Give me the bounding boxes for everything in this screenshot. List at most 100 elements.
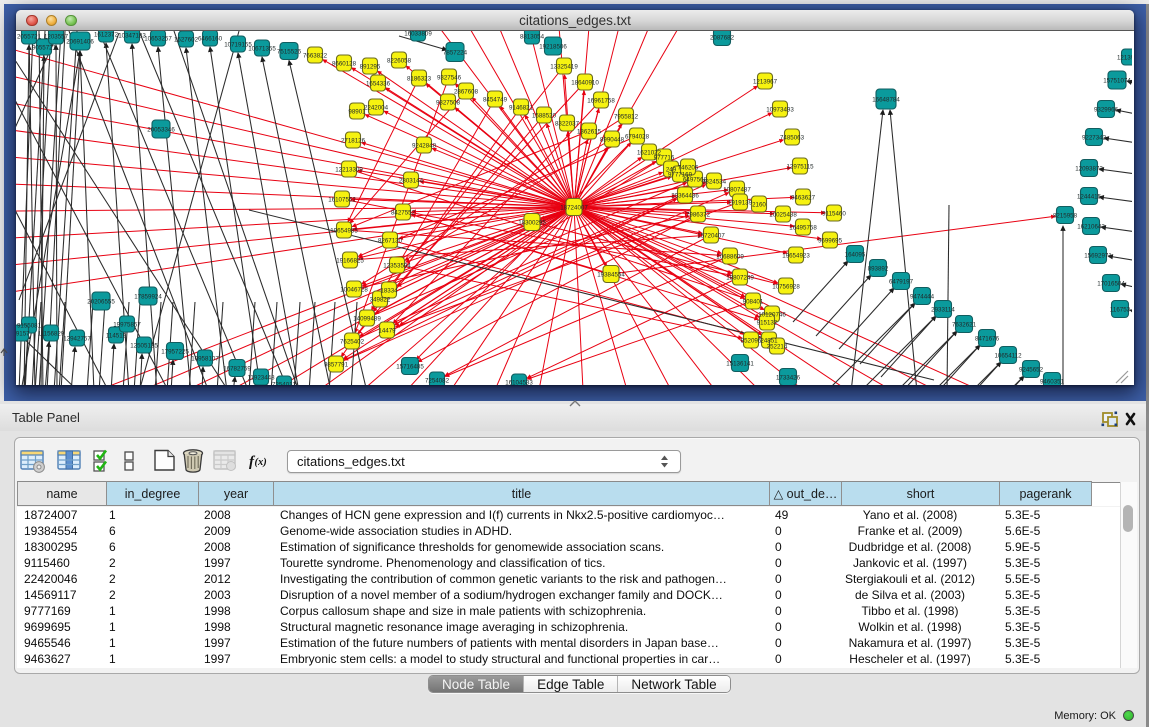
svg-text:15716485: 15716485	[396, 363, 424, 370]
svg-text:17016504: 17016504	[1097, 280, 1125, 287]
svg-text:20053346: 20053346	[147, 126, 175, 133]
svg-text:7254082: 7254082	[425, 377, 450, 384]
svg-text:16107552: 16107552	[328, 196, 356, 203]
svg-text:8427552: 8427552	[391, 209, 416, 216]
svg-text:10807487: 10807487	[723, 186, 751, 193]
svg-text:7515526: 7515526	[277, 48, 302, 55]
svg-text:349822: 349822	[370, 296, 391, 303]
svg-text:8471676: 8471676	[975, 335, 1000, 342]
svg-text:7485063: 7485063	[780, 134, 805, 141]
svg-text:9146821: 9146821	[509, 104, 534, 111]
svg-text:12353594: 12353594	[383, 262, 411, 269]
svg-text:11156829: 11156829	[38, 330, 65, 337]
svg-text:18334: 18334	[380, 287, 398, 294]
svg-text:1527602: 1527602	[174, 36, 199, 43]
svg-text:9245652: 9245652	[1019, 366, 1044, 373]
svg-text:10347183: 10347183	[118, 32, 146, 39]
svg-text:1213967: 1213967	[1117, 54, 1132, 61]
svg-text:1654336: 1654336	[366, 80, 391, 87]
svg-text:9460351: 9460351	[1040, 378, 1065, 385]
svg-text:16104533: 16104533	[505, 379, 533, 385]
svg-text:15136141: 15136141	[726, 360, 754, 367]
svg-text:9242848: 9242848	[412, 142, 437, 149]
svg-text:13325419: 13325419	[550, 63, 578, 70]
svg-text:2055721: 2055721	[17, 33, 42, 40]
svg-text:16033809: 16033809	[404, 31, 432, 37]
svg-text:10046728: 10046728	[340, 286, 368, 293]
svg-text:2160: 2160	[752, 201, 766, 208]
svg-text:20691406: 20691406	[66, 38, 94, 45]
svg-text:16961758: 16961758	[587, 97, 615, 104]
svg-text:17859924: 17859924	[134, 293, 162, 300]
svg-text:10671355: 10671355	[248, 45, 276, 52]
svg-text:98901: 98901	[348, 108, 366, 115]
svg-text:8322037: 8322037	[555, 120, 580, 127]
svg-text:1362615: 1362615	[577, 128, 602, 135]
svg-text:7625402: 7625402	[340, 338, 365, 345]
svg-text:14099489: 14099489	[353, 315, 381, 322]
svg-text:1588520: 1588520	[532, 112, 557, 119]
svg-text:10973493: 10973493	[766, 106, 794, 113]
svg-text:746206: 746206	[678, 164, 699, 171]
svg-text:2933114: 2933114	[931, 306, 955, 313]
svg-text:2087682: 2087682	[710, 34, 735, 41]
svg-text:7632621: 7632621	[952, 321, 977, 328]
svg-text:9327546: 9327546	[437, 74, 462, 81]
svg-text:7857224: 7857224	[443, 49, 468, 56]
svg-text:16495758: 16495758	[789, 224, 817, 231]
svg-text:164095: 164095	[845, 251, 866, 258]
svg-text:19384554: 19384554	[597, 271, 625, 278]
svg-text:18807249: 18807249	[726, 274, 754, 281]
svg-text:10654112: 10654112	[994, 352, 1022, 359]
svg-text:2242004: 2242004	[364, 104, 389, 111]
svg-text:14479: 14479	[378, 327, 396, 334]
svg-text:10756928: 10756928	[772, 283, 800, 290]
svg-text:17957225: 17957225	[161, 348, 189, 355]
svg-text:891295: 891295	[360, 63, 381, 70]
svg-text:7254012: 7254012	[272, 381, 297, 385]
svg-text:16782759: 16782759	[223, 365, 251, 372]
svg-text:16210643: 16210643	[1077, 223, 1105, 230]
svg-text:1612372: 1612372	[94, 31, 119, 38]
svg-text:7663822: 7663822	[303, 52, 328, 59]
svg-text:9155081: 9155081	[17, 322, 42, 329]
svg-text:8454749: 8454749	[483, 96, 508, 103]
svg-text:1244415: 1244415	[1077, 193, 1102, 200]
svg-text:9463627: 9463627	[791, 194, 816, 201]
svg-text:6466160: 6466160	[198, 35, 223, 42]
svg-text:10653257: 10653257	[144, 35, 172, 42]
svg-text:9699695: 9699695	[818, 237, 843, 244]
svg-text:39157: 39157	[16, 330, 30, 337]
svg-text:1203557: 1203557	[44, 33, 69, 40]
svg-text:9055721: 9055721	[32, 44, 57, 51]
svg-text:1213967: 1213967	[753, 78, 778, 85]
svg-text:9327508: 9327508	[436, 99, 461, 106]
svg-text:10958107: 10958107	[191, 355, 219, 362]
svg-text:8813054: 8813054	[520, 33, 545, 40]
svg-text:9474444: 9474444	[910, 293, 935, 300]
svg-text:9857791: 9857791	[324, 361, 349, 368]
svg-text:6794028: 6794028	[625, 133, 650, 140]
svg-text:11923448: 11923448	[247, 374, 275, 381]
svg-text:10688609: 10688609	[716, 253, 744, 260]
svg-text:7955812: 7955812	[614, 113, 639, 120]
svg-text:15720407: 15720407	[697, 232, 725, 239]
svg-text:20206555: 20206555	[87, 298, 115, 305]
svg-text:3824534: 3824534	[702, 178, 727, 185]
svg-text:19654985: 19654985	[330, 227, 358, 234]
svg-text:852096: 852096	[741, 337, 762, 344]
svg-text:10025438: 10025438	[769, 211, 797, 218]
svg-text:1919139: 1919139	[728, 199, 753, 206]
svg-text:18724007: 18724007	[560, 204, 588, 211]
svg-text:20364436: 20364436	[671, 192, 699, 199]
svg-text:8215958: 8215958	[1053, 212, 1078, 219]
svg-text:19975857: 19975857	[113, 321, 141, 328]
svg-text:915132: 915132	[757, 319, 778, 326]
svg-text:8226058: 8226058	[387, 57, 412, 64]
svg-text:893892: 893892	[868, 265, 889, 272]
svg-text:6479197: 6479197	[889, 278, 914, 285]
svg-text:252214: 252214	[767, 343, 788, 350]
svg-text:15692971: 15692971	[1084, 252, 1112, 259]
svg-text:8660128: 8660128	[332, 60, 357, 67]
svg-text:2867608: 2867608	[454, 88, 479, 95]
